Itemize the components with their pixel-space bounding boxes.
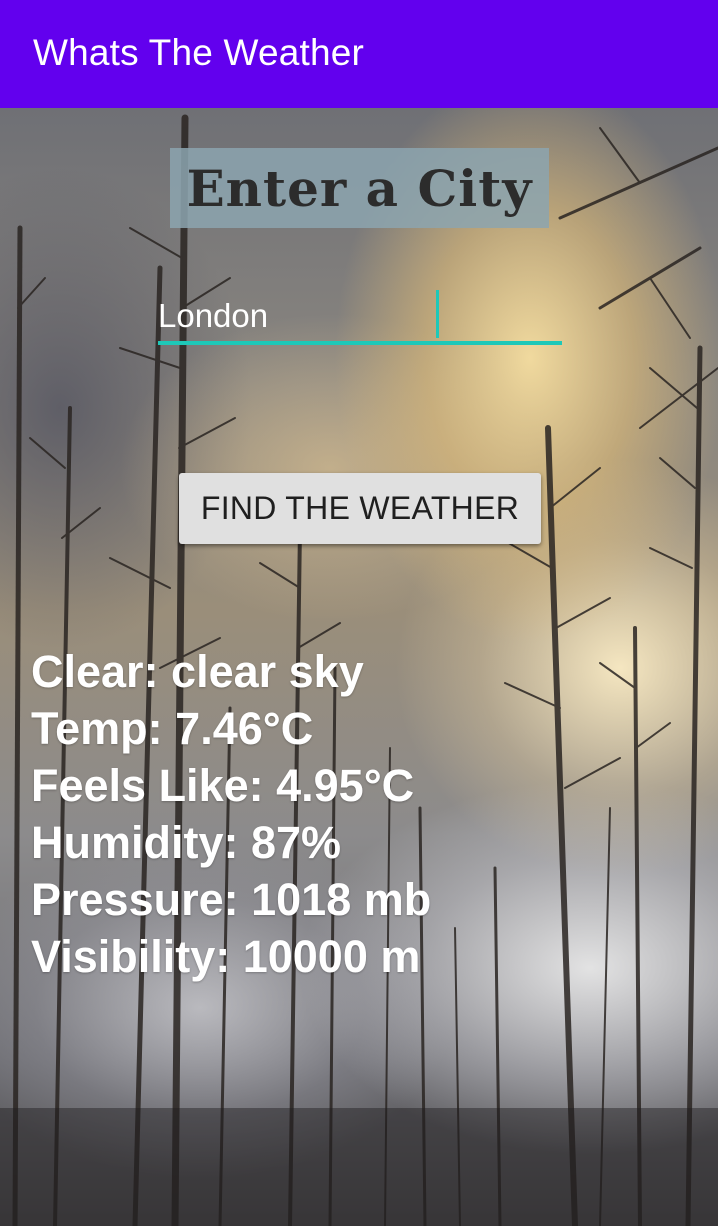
heading-box: Enter a City <box>170 148 549 228</box>
city-input[interactable] <box>158 290 562 342</box>
text-cursor <box>436 290 439 338</box>
result-pressure: Pressure: 1018 mb <box>31 874 432 925</box>
result-feels-like: Feels Like: 4.95°C <box>31 760 415 811</box>
result-temperature: Temp: 7.46°C <box>31 703 314 754</box>
weather-results: Clear: clear sky Temp: 7.46°C Feels Like… <box>31 643 431 985</box>
city-input-container[interactable] <box>158 290 562 346</box>
result-condition: Clear: clear sky <box>31 646 364 697</box>
page-heading: Enter a City <box>186 158 533 218</box>
result-visibility: Visibility: 10000 m <box>31 931 421 982</box>
input-underline <box>158 341 562 345</box>
find-weather-button[interactable]: FIND THE WEATHER <box>179 473 541 544</box>
result-humidity: Humidity: 87% <box>31 817 342 868</box>
app-bar: Whats The Weather <box>0 0 718 108</box>
app-title: Whats The Weather <box>33 32 365 73</box>
